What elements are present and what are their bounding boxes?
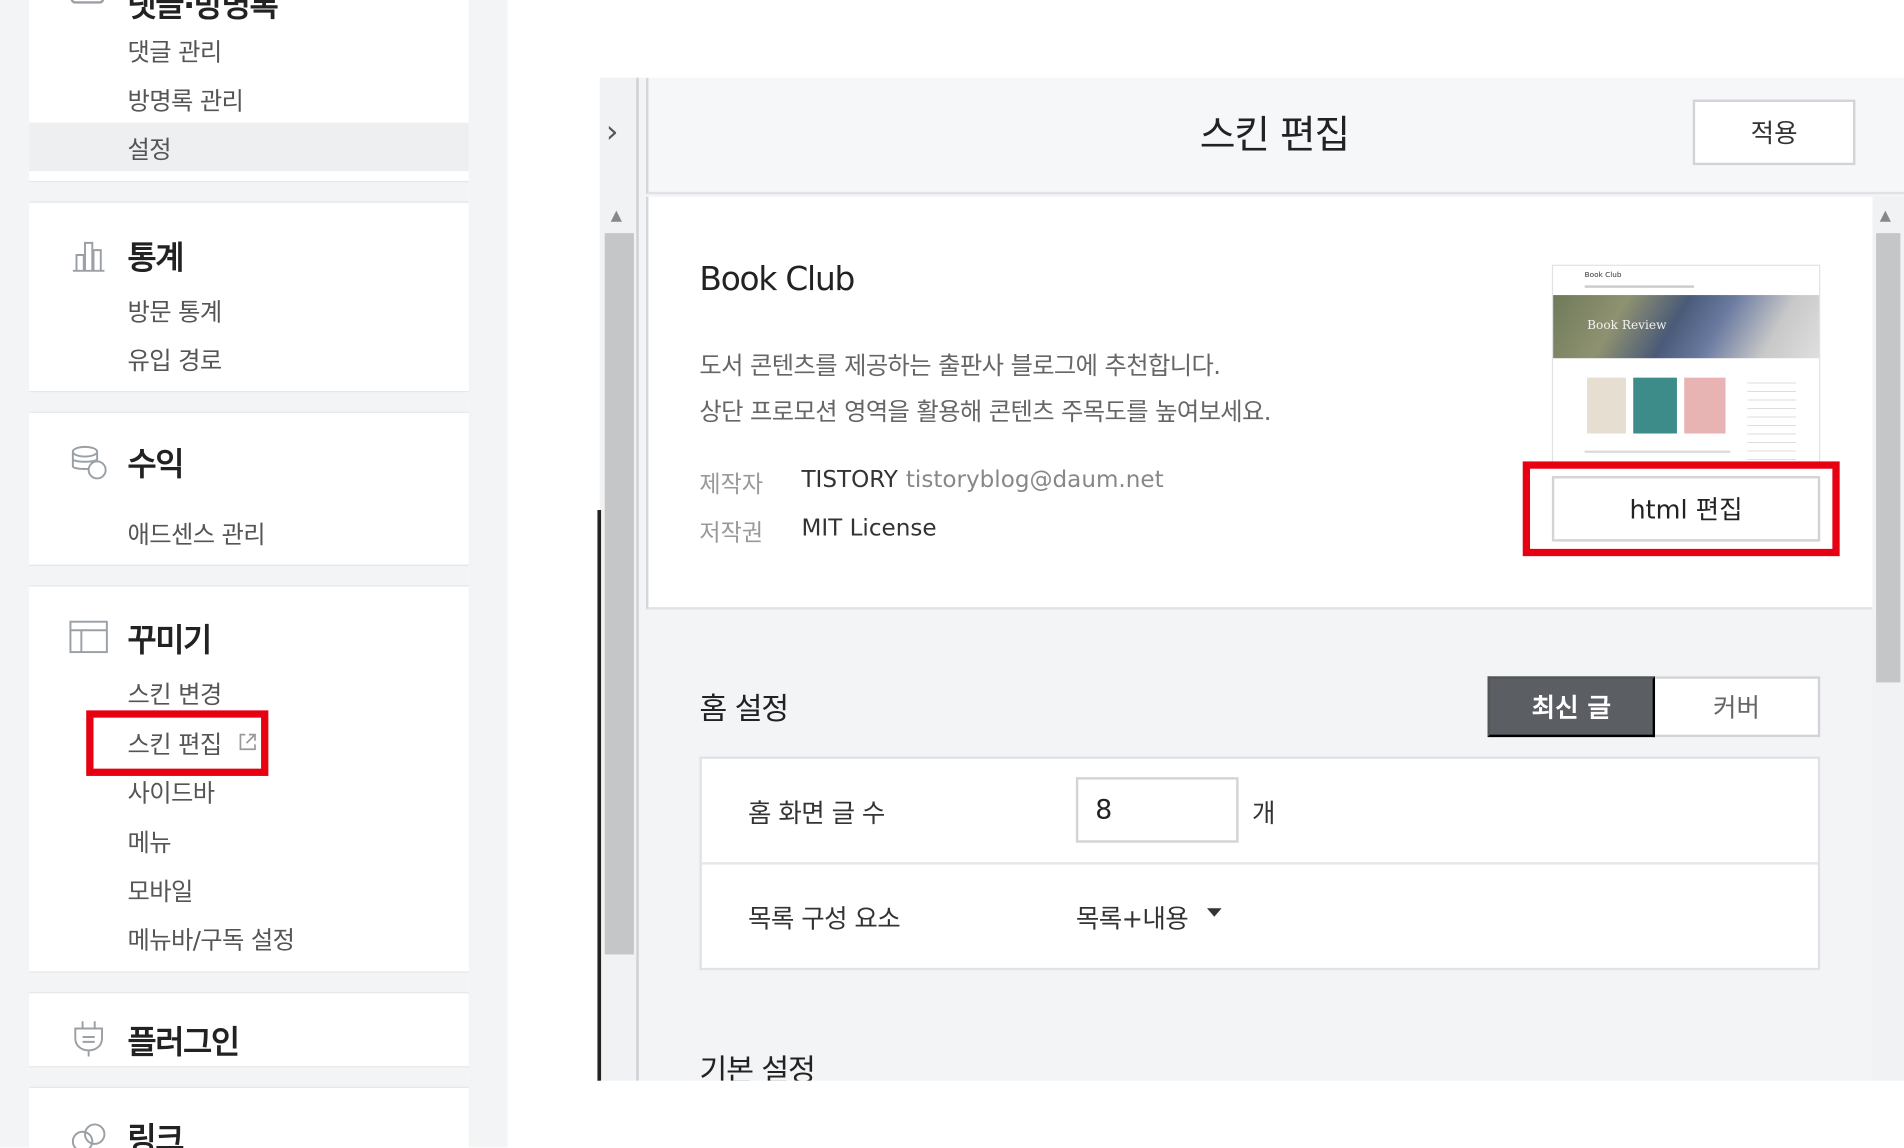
bar-chart-icon	[68, 233, 109, 274]
thumb-footer-line	[1584, 450, 1731, 453]
divider	[29, 391, 469, 413]
link-icon	[68, 1117, 109, 1148]
highlight-box-skin-edit	[86, 710, 269, 776]
toggle-cover[interactable]: 커버	[1655, 676, 1821, 738]
posts-count-unit: 개	[1251, 799, 1276, 829]
thumb-side-list	[1747, 375, 1796, 461]
thumb-banner-text: Book Review	[1587, 319, 1667, 333]
posts-count-input[interactable]	[1075, 777, 1239, 843]
section-title-decorate[interactable]: 꾸미기	[128, 616, 213, 661]
sidebar-item-menubar-subscribe[interactable]: 메뉴바/구독 설정	[128, 920, 295, 955]
chevron-right-icon[interactable]: ›	[606, 114, 619, 150]
coins-icon	[68, 441, 109, 482]
skin-description-line1: 도서 콘텐츠를 제공하는 출판사 블로그에 추천합니다.	[699, 350, 1221, 381]
frame-edge	[597, 510, 602, 1081]
home-settings-title: 홈 설정	[699, 690, 789, 727]
sidebar-item-sidebar[interactable]: 사이드바	[128, 774, 216, 809]
skin-description-line2: 상단 프로모션 영역을 활용해 콘텐츠 주목도를 높여보세요.	[699, 397, 1271, 427]
maker-label: 제작자	[699, 471, 764, 498]
selected-highlight	[29, 122, 469, 172]
divider	[29, 1066, 469, 1089]
section-title-stats[interactable]: 통계	[128, 233, 185, 278]
license-label: 저작권	[699, 519, 764, 547]
thumb-book-1	[1587, 377, 1626, 434]
posts-count-label: 홈 화면 글 수	[748, 799, 885, 829]
sidebar-item-referrer[interactable]: 유입 경로	[128, 341, 223, 376]
section-title-comments: 댓글·방명록	[127, 0, 279, 25]
section-title-revenue[interactable]: 수익	[128, 440, 185, 485]
basic-settings-title: 기본 설정	[699, 1052, 815, 1081]
sidebar-item-settings[interactable]: 설정	[128, 130, 172, 165]
sidebar-item-guestbook-manage[interactable]: 방명록 관리	[128, 81, 244, 116]
apply-button[interactable]: 적용	[1692, 99, 1856, 166]
sidebar-item-visit-stats[interactable]: 방문 통계	[128, 293, 223, 328]
caret-down-icon[interactable]	[1207, 908, 1222, 917]
list-components-select[interactable]: 목록+내용	[1076, 900, 1189, 936]
editor-title: 스킨 편집	[1199, 111, 1350, 158]
sidebar-item-skin-change[interactable]: 스킨 변경	[128, 675, 223, 710]
scrollbar-thumb[interactable]	[1876, 233, 1901, 683]
divider	[29, 180, 469, 203]
divider	[29, 564, 469, 587]
divider	[29, 971, 469, 994]
thumb-title: Book Club	[1584, 270, 1622, 280]
section-title-plugin[interactable]: 플러그인	[128, 1018, 241, 1063]
scroll-up-arrow-icon[interactable]: ▲	[611, 206, 622, 223]
highlight-box-html-edit	[1522, 461, 1840, 557]
thumb-nav	[1584, 285, 1694, 288]
layout-icon	[68, 616, 109, 657]
comment-icon	[68, 0, 109, 15]
skin-thumbnail: Book Club Book Review	[1551, 264, 1821, 467]
sidebar-item-comment-manage[interactable]: 댓글 관리	[128, 33, 223, 68]
sidebar-item-mobile[interactable]: 모바일	[128, 872, 194, 907]
thumb-book-2	[1633, 377, 1677, 434]
panel-bottom-edge	[599, 1080, 1904, 1148]
thumb-book-3	[1684, 377, 1726, 434]
sidebar-item-menu[interactable]: 메뉴	[128, 823, 172, 858]
plug-icon	[68, 1018, 109, 1059]
thumb-banner: Book Review	[1553, 295, 1820, 359]
sidebar-item-adsense[interactable]: 애드센스 관리	[128, 515, 266, 550]
section-title-link[interactable]: 링크	[128, 1115, 185, 1148]
maker-email: tistoryblog@daum.net	[905, 466, 1164, 494]
skin-name: Book Club	[699, 261, 855, 299]
list-components-label: 목록 구성 요소	[748, 904, 901, 934]
license-value: MIT License	[801, 514, 937, 542]
row-divider	[701, 862, 1818, 865]
maker-value: TISTORY	[801, 466, 898, 494]
scrollbar-thumb[interactable]	[604, 233, 634, 955]
scroll-up-arrow-icon[interactable]: ▲	[1880, 206, 1891, 223]
toggle-latest-posts[interactable]: 최신 글	[1487, 676, 1656, 738]
